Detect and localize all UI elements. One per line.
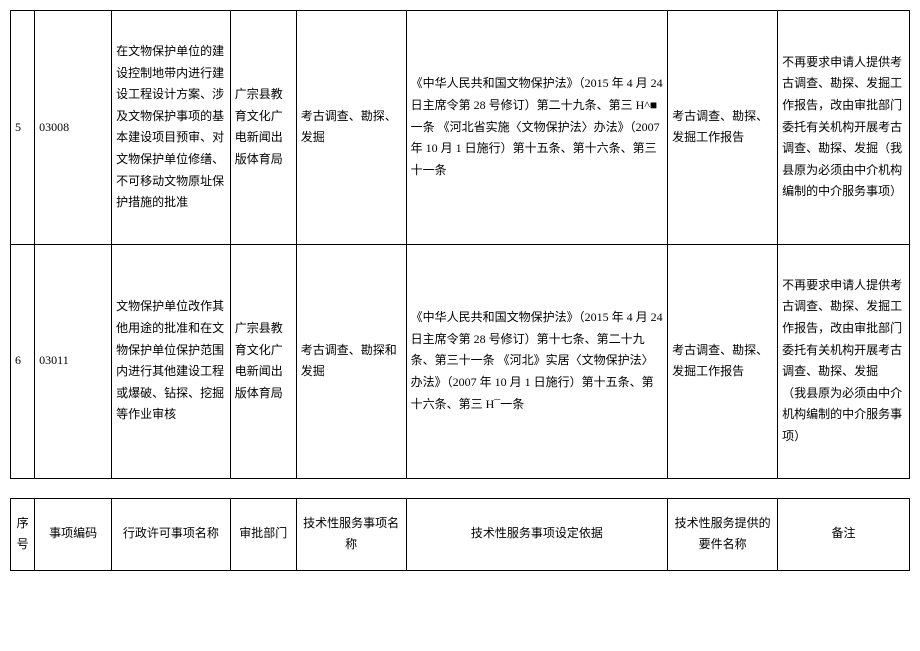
table-row: 6 03011 文物保护单位改作其他用途的批准和在文物保护单位保护范围内进行其他…	[11, 244, 910, 478]
cell-dept: 广宗县教育文化广电新闻出版体育局	[230, 11, 296, 245]
cell-remark: 不再要求申请人提供考古调查、勘探、发掘工作报告，改由审批部门委托有关机构开展考古…	[778, 244, 910, 478]
header-dept: 审批部门	[230, 498, 296, 570]
cell-doc: 考古调查、勘探、发掘工作报告	[668, 11, 778, 245]
header-svc-name: 技术性服务事项名称	[296, 498, 406, 570]
cell-dept: 广宗县教育文化广电新闻出版体育局	[230, 244, 296, 478]
cell-seq: 5	[11, 11, 35, 245]
cell-basis: 《中华人民共和国文物保护法》（2015 年 4 月 24 日主席令第 28 号修…	[406, 11, 668, 245]
spacer-row	[11, 478, 910, 498]
cell-doc: 考古调查、勘探、发掘工作报告	[668, 244, 778, 478]
cell-code: 03011	[35, 244, 112, 478]
cell-code: 03008	[35, 11, 112, 245]
data-table: 5 03008 在文物保护单位的建设控制地带内进行建设工程设计方案、涉及文物保护…	[10, 10, 910, 571]
cell-remark: 不再要求申请人提供考古调查、勘探、发掘工作报告，改由审批部门委托有关机构开展考古…	[778, 11, 910, 245]
header-basis: 技术性服务事项设定依据	[406, 498, 668, 570]
cell-permit-name: 文物保护单位改作其他用途的批准和在文物保护单位保护范围内进行其他建设工程或爆破、…	[112, 244, 231, 478]
header-remark: 备注	[778, 498, 910, 570]
cell-basis: 《中华人民共和国文物保护法》（2015 年 4 月 24 日主席令第 28 号修…	[406, 244, 668, 478]
header-doc: 技术性服务提供的要件名称	[668, 498, 778, 570]
cell-seq: 6	[11, 244, 35, 478]
cell-svc-name: 考古调查、勘探和发掘	[296, 244, 406, 478]
table-header-row: 序号 事项编码 行政许可事项名称 审批部门 技术性服务事项名称 技术性服务事项设…	[11, 498, 910, 570]
header-seq: 序号	[11, 498, 35, 570]
header-permit-name: 行政许可事项名称	[112, 498, 231, 570]
header-code: 事项编码	[35, 498, 112, 570]
cell-permit-name: 在文物保护单位的建设控制地带内进行建设工程设计方案、涉及文物保护事项的基本建设项…	[112, 11, 231, 245]
table-row: 5 03008 在文物保护单位的建设控制地带内进行建设工程设计方案、涉及文物保护…	[11, 11, 910, 245]
cell-svc-name: 考古调查、勘探、发掘	[296, 11, 406, 245]
